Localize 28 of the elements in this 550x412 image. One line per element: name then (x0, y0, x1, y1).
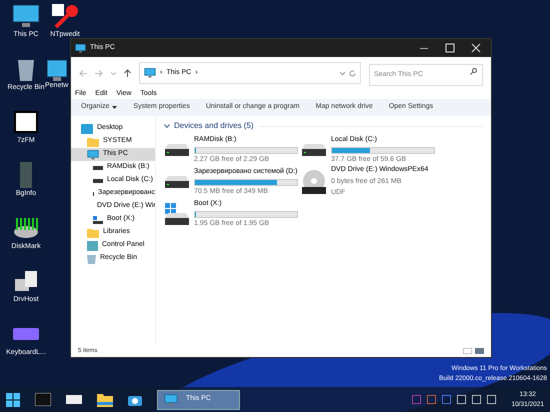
refresh-icon[interactable] (349, 70, 356, 76)
control-panel-icon (87, 240, 98, 250)
dvd-disc-icon (302, 170, 326, 194)
network-monitor-icon (47, 57, 67, 81)
folder-icon (87, 228, 99, 238)
monitor-icon (75, 42, 86, 54)
monitor-icon (144, 67, 156, 79)
up-arrow-icon[interactable] (124, 69, 131, 77)
search-icon (470, 68, 477, 76)
recycle-bin-icon (87, 254, 96, 264)
details-view-icon[interactable] (463, 348, 472, 354)
monitor-icon (11, 2, 41, 30)
collapse-caret-icon[interactable] (164, 124, 170, 128)
dropdown-caret-icon[interactable] (112, 106, 118, 109)
desktop-icon (81, 124, 93, 134)
monitor-icon (164, 392, 178, 406)
hard-drive-icon (165, 203, 189, 225)
monitor-icon (87, 148, 99, 160)
start-icon[interactable] (6, 392, 20, 406)
hard-drive-icon (165, 176, 189, 188)
tiles-view-icon[interactable] (475, 348, 484, 354)
key-icon (50, 2, 80, 30)
folder-icon[interactable] (97, 392, 113, 406)
terminal-icon[interactable] (35, 393, 51, 406)
hard-drive-icon (302, 144, 326, 156)
section-title[interactable]: Devices and drives (5) (174, 120, 254, 132)
hard-drive-icon (165, 144, 189, 156)
camera-icon[interactable] (128, 394, 142, 406)
